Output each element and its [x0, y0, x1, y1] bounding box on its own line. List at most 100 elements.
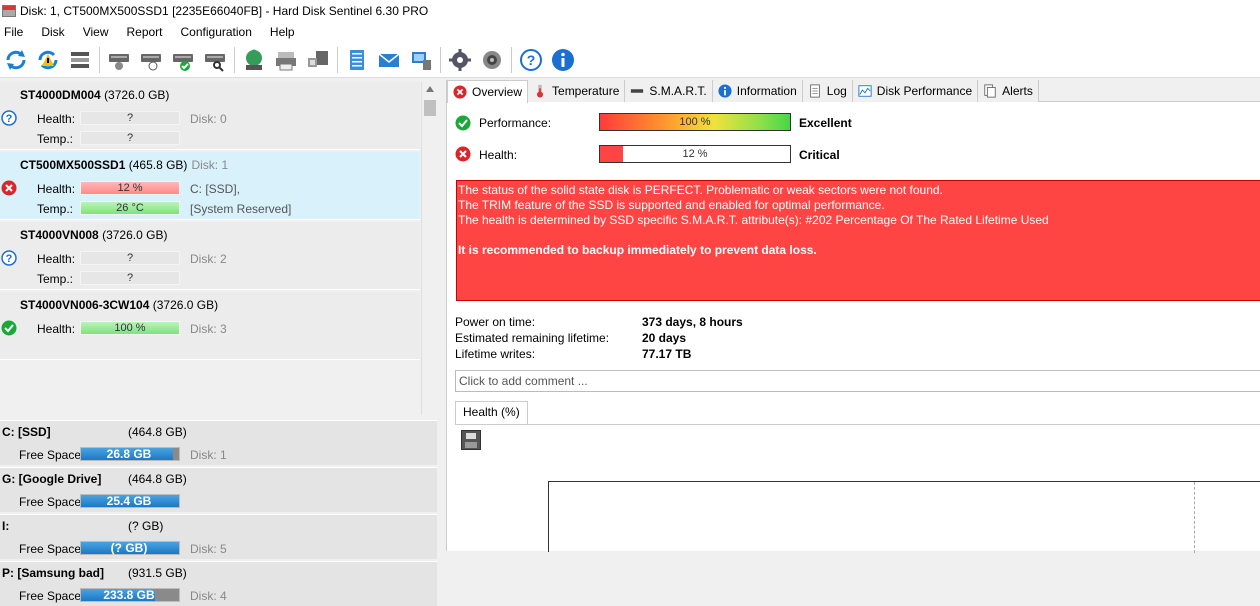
temp-bar: 26 °C	[80, 201, 180, 215]
performance-label: Performance:	[479, 116, 552, 130]
partition-item[interactable]: C: [SSD] (464.8 GB) Free Space 26.8 GB D…	[0, 420, 437, 465]
sound-icon[interactable]	[478, 46, 506, 74]
disk-test-icon[interactable]	[105, 46, 133, 74]
disk-item[interactable]: ST4000DM004 (3726.0 GB) ? Health: ? Disk…	[0, 82, 420, 150]
right-panel: Overview Temperature S.M.A.R.T. Informat…	[446, 80, 1260, 553]
performance-verdict: Excellent	[799, 116, 852, 130]
disk-schedule-icon[interactable]	[137, 46, 165, 74]
free-space-bar: 26.8 GB	[80, 447, 180, 461]
tab-information[interactable]: Information	[712, 80, 803, 102]
printer-icon[interactable]	[272, 46, 300, 74]
health-label: Health:	[479, 148, 518, 162]
status-line: The status of the solid state disk is PE…	[458, 183, 943, 197]
app-icon	[2, 5, 16, 17]
temp-label: Temp.:	[37, 272, 74, 286]
tab-log[interactable]: Log	[802, 80, 853, 102]
disk-name: ST4000DM004 (3726.0 GB)	[20, 88, 170, 102]
info-icon[interactable]	[549, 46, 577, 74]
recommendation: It is recommended to backup immediately …	[458, 243, 817, 257]
disk-list-scrollbar[interactable]	[421, 82, 437, 415]
partition-name: I:	[2, 519, 10, 533]
free-space-bar: (? GB)	[80, 541, 180, 555]
menu-file[interactable]: File	[4, 25, 23, 39]
svg-text:?: ?	[6, 113, 13, 125]
tab-temperature[interactable]: Temperature	[528, 80, 626, 102]
free-space-label: Free Space	[19, 495, 82, 509]
menu-configuration[interactable]: Configuration	[181, 25, 252, 39]
toolbar-separator	[337, 46, 338, 73]
disk-name: ST4000VN006-3CW104 (3726.0 GB)	[20, 298, 219, 312]
health-label: Health:	[37, 182, 76, 196]
stat-power-on-time: Power on time: 373 days, 8 hours	[455, 315, 743, 329]
refresh-icon[interactable]	[2, 46, 30, 74]
health-label: Health:	[37, 322, 76, 336]
disk-list-icon[interactable]	[66, 46, 94, 74]
gear-icon[interactable]	[446, 46, 474, 74]
comment-input[interactable]: Click to add comment ...	[455, 370, 1260, 392]
network-globe-icon[interactable]	[240, 46, 268, 74]
svg-text:?: ?	[6, 253, 13, 265]
toolbar-separator	[440, 46, 441, 73]
free-space-bar: 233.8 GB	[80, 588, 180, 602]
health-chart-panel	[455, 424, 1260, 553]
toolbar-separator	[234, 46, 235, 73]
tab-bar: Overview Temperature S.M.A.R.T. Informat…	[447, 80, 1260, 103]
tab-overview[interactable]: Overview	[447, 80, 529, 103]
partition-size: (931.5 GB)	[128, 566, 187, 580]
partition-list: C: [SSD] (464.8 GB) Free Space 26.8 GB D…	[0, 420, 437, 606]
health-verdict: Critical	[799, 148, 840, 162]
scrollbar-thumb[interactable]	[424, 100, 436, 116]
health-bar: 12 %	[80, 181, 180, 195]
disk-item-selected[interactable]: CT500MX500SSD1 (465.8 GB) Disk: 1 Health:…	[0, 152, 420, 220]
disk-search-icon[interactable]	[201, 46, 229, 74]
notepad-icon[interactable]	[343, 46, 371, 74]
disk-item[interactable]: ST4000VN006-3CW104 (3726.0 GB) Health: 1…	[0, 292, 420, 360]
tab-smart[interactable]: S.M.A.R.T.	[625, 80, 713, 102]
free-space-label: Free Space	[19, 542, 82, 556]
plot-gridline	[1194, 482, 1195, 553]
computer-network-icon[interactable]	[304, 46, 332, 74]
partition-disk: Disk: 5	[190, 542, 227, 556]
menu-view[interactable]: View	[83, 25, 109, 39]
refresh-warning-icon[interactable]	[34, 46, 62, 74]
help-icon[interactable]: ?	[517, 46, 545, 74]
svg-text:?: ?	[527, 52, 536, 68]
free-space-bar: 25.4 GB	[80, 494, 180, 508]
menu-help[interactable]: Help	[270, 25, 295, 39]
scroll-up-arrow-icon[interactable]	[426, 86, 434, 92]
remote-computer-icon[interactable]	[407, 46, 435, 74]
error-icon	[1, 180, 17, 196]
thermometer-icon	[536, 84, 544, 98]
health-bar: ?	[80, 111, 180, 125]
tab-disk-performance[interactable]: Disk Performance	[852, 80, 979, 102]
free-space-label: Free Space	[19, 448, 82, 462]
error-icon	[453, 85, 467, 99]
info-icon	[718, 84, 732, 98]
menu-report[interactable]: Report	[126, 25, 162, 39]
disk-ok-icon[interactable]	[169, 46, 197, 74]
disk-name: CT500MX500SSD1 (465.8 GB) Disk: 1	[20, 158, 229, 172]
menu-disk[interactable]: Disk	[41, 25, 64, 39]
disk-number: Disk: 3	[190, 322, 227, 336]
tab-health-percent[interactable]: Health (%)	[455, 401, 528, 424]
health-plot	[548, 481, 1260, 553]
error-icon	[455, 146, 471, 162]
partition-name: C: [SSD]	[2, 425, 51, 439]
tab-alerts[interactable]: Alerts	[978, 80, 1039, 102]
partition-size: (464.8 GB)	[128, 425, 187, 439]
partition-disk: Disk: 4	[190, 589, 227, 603]
partition-item[interactable]: P: [Samsung bad] (931.5 GB) Free Space 2…	[0, 561, 437, 606]
save-icon[interactable]	[461, 430, 481, 450]
mail-icon[interactable]	[375, 46, 403, 74]
disk-item[interactable]: ST4000VN008 (3726.0 GB) ? Health: ? Disk…	[0, 222, 420, 290]
temp-label: Temp.:	[37, 132, 74, 146]
health-bar: ?	[80, 251, 180, 265]
health-label: Health:	[37, 112, 76, 126]
status-line: The health is determined by SSD specific…	[458, 213, 1049, 227]
health-label: Health:	[37, 252, 76, 266]
status-line: The TRIM feature of the SSD is supported…	[458, 198, 885, 212]
partition-item[interactable]: I: (? GB) Free Space (? GB) Disk: 5	[0, 514, 437, 559]
partition-name: G: [Google Drive]	[2, 472, 102, 486]
status-message-box: The status of the solid state disk is PE…	[456, 180, 1260, 301]
partition-item[interactable]: G: [Google Drive] (464.8 GB) Free Space …	[0, 467, 437, 512]
